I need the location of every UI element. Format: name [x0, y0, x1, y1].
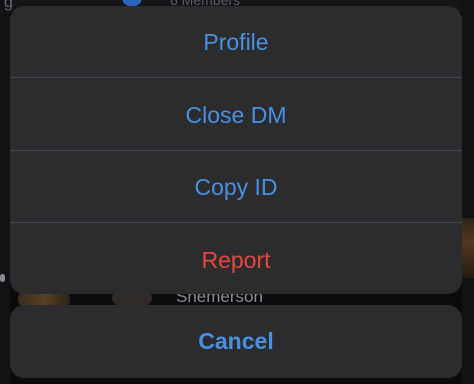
- background-right-edge: [462, 0, 474, 384]
- background-decoration: [462, 218, 474, 278]
- background-left-edge: [0, 0, 10, 384]
- copy-id-button[interactable]: Copy ID: [10, 151, 462, 223]
- report-button[interactable]: Report: [10, 224, 462, 294]
- action-sheet: Profile Close DM Copy ID Report: [10, 6, 462, 294]
- profile-button[interactable]: Profile: [10, 6, 462, 78]
- divider: [10, 77, 462, 78]
- divider: [10, 222, 462, 223]
- cancel-button[interactable]: Cancel: [10, 305, 462, 378]
- background-avatar-left: [18, 292, 70, 306]
- close-dm-button[interactable]: Close DM: [10, 79, 462, 151]
- screen: g 6 Members Shemerson Profile Close DM C…: [0, 0, 474, 384]
- background-indicator: [0, 274, 5, 282]
